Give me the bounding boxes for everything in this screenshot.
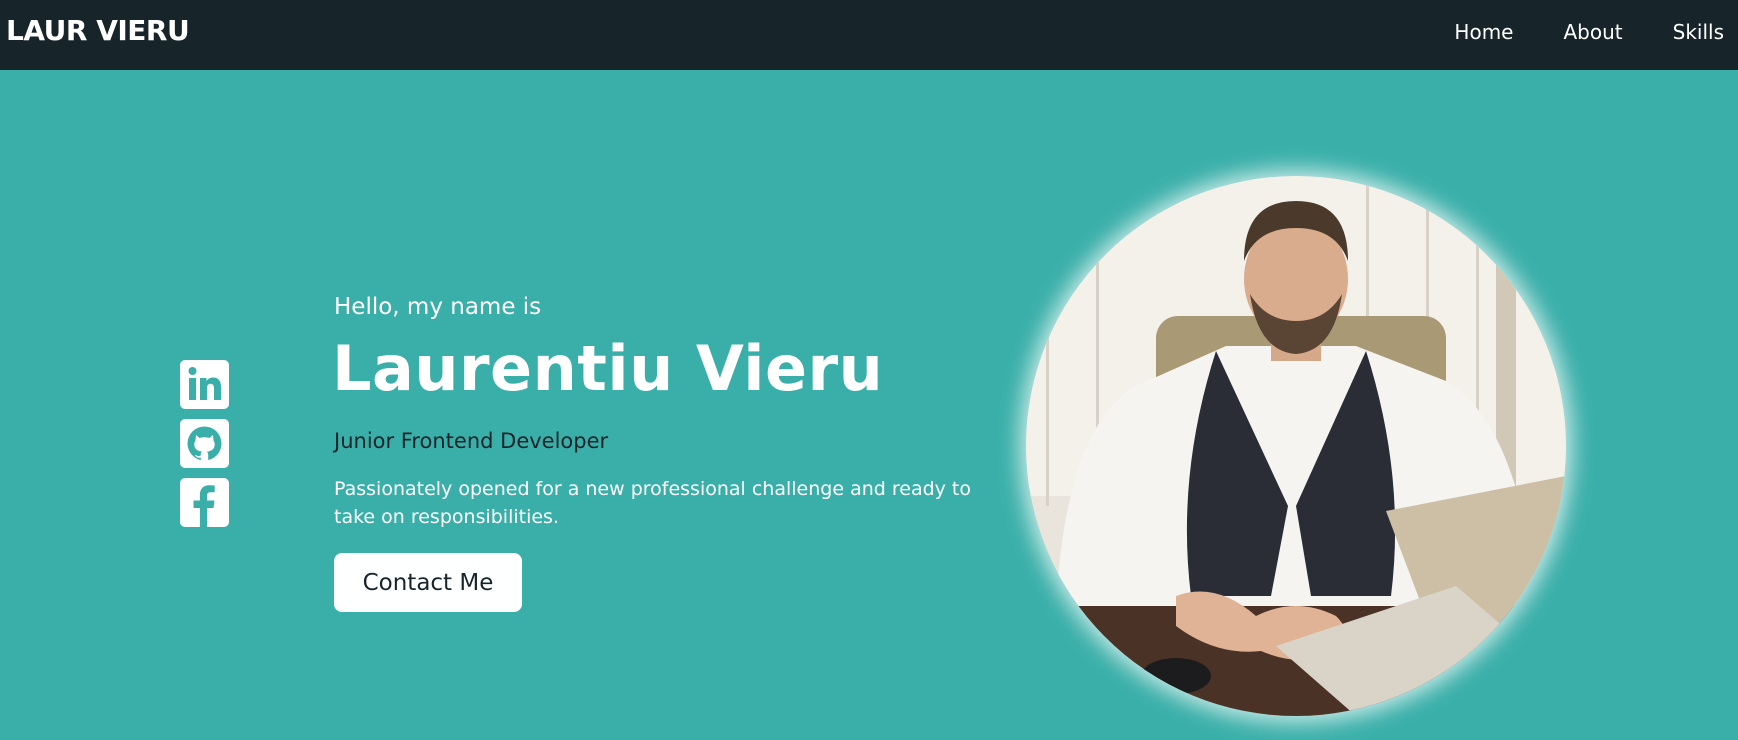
linkedin-icon <box>180 360 229 409</box>
facebook-icon <box>180 478 229 527</box>
linkedin-link[interactable] <box>180 360 229 409</box>
nav-links: Home About Skills <box>1454 20 1724 44</box>
profile-photo-illustration <box>1026 176 1566 716</box>
nav-link-skills[interactable]: Skills <box>1673 20 1724 44</box>
profile-photo <box>1026 176 1566 716</box>
github-link[interactable] <box>180 419 229 468</box>
social-links <box>180 360 229 527</box>
hero-tagline: Passionately opened for a new profession… <box>334 478 972 528</box>
hero-greeting: Hello, my name is <box>334 294 542 320</box>
hero-role: Junior Frontend Developer <box>334 429 609 453</box>
nav-link-home[interactable]: Home <box>1454 20 1513 44</box>
github-icon <box>180 419 229 468</box>
nav-link-about[interactable]: About <box>1563 20 1622 44</box>
contact-me-button[interactable]: Contact Me <box>334 553 522 612</box>
facebook-link[interactable] <box>180 478 229 527</box>
top-navbar: LAUR VIERU Home About Skills <box>0 0 1738 70</box>
brand-logo[interactable]: LAUR VIERU <box>6 14 190 47</box>
hero-name: Laurentiu Vieru <box>332 332 884 405</box>
